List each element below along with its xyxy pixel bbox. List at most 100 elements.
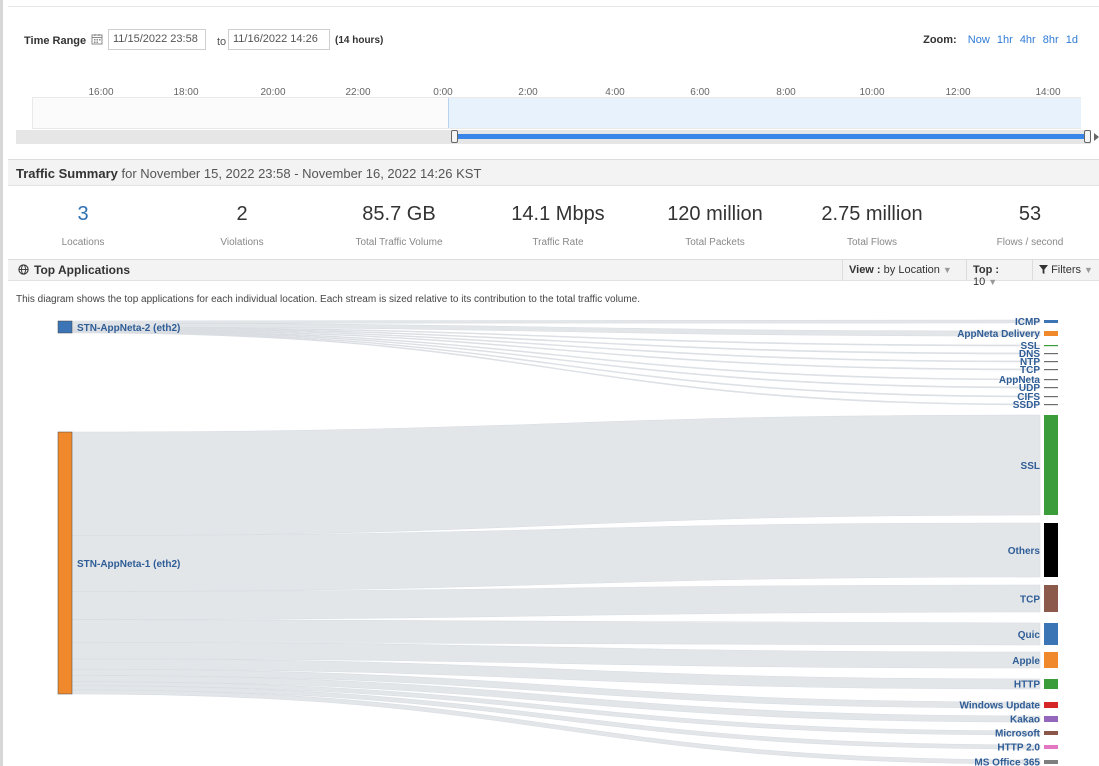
duration-label: (14 hours) xyxy=(335,35,384,46)
sankey-target-node[interactable] xyxy=(1044,345,1058,347)
scroll-right-arrow-icon[interactable] xyxy=(1094,133,1099,141)
time-range-panel: Time Range 11/15/2022 23:58 to 11/16/202… xyxy=(8,6,1099,152)
traffic-summary-title: Traffic Summary xyxy=(16,166,118,181)
sankey-target-node[interactable] xyxy=(1044,623,1058,645)
sankey-source-label[interactable]: STN-AppNeta-2 (eth2) xyxy=(77,323,180,334)
sankey-flows xyxy=(71,319,1041,765)
zoom-1d-link[interactable]: 1d xyxy=(1066,34,1078,46)
end-date-input[interactable]: 11/16/2022 14:26 xyxy=(228,29,330,50)
top-applications-title: Top Applications xyxy=(34,263,130,277)
sankey-target-label[interactable]: MS Office 365 xyxy=(974,758,1040,766)
sankey-target-node[interactable] xyxy=(1044,731,1058,735)
sankey-target-label[interactable]: HTTP 2.0 xyxy=(997,743,1040,754)
sankey-target-node[interactable] xyxy=(1044,415,1058,515)
sankey-flow[interactable] xyxy=(71,414,1041,536)
traffic-summary-subtitle: for November 15, 2022 23:58 - November 1… xyxy=(121,166,482,181)
chevron-down-icon: ▼ xyxy=(1084,265,1093,275)
sankey-flow[interactable] xyxy=(71,319,1041,324)
metric-value: 2 xyxy=(236,203,248,225)
sankey-target-label[interactable]: SSDP xyxy=(1013,400,1041,411)
top-applications-header: Top Applications View : by Location ▼ Top… xyxy=(8,259,1099,288)
sankey-target-label[interactable]: TCP xyxy=(1020,595,1040,606)
metric-value[interactable]: 3 xyxy=(8,203,158,229)
calendar-icon[interactable] xyxy=(91,33,103,45)
metric-value: 14.1 Mbps xyxy=(511,203,605,225)
sankey-target-node[interactable] xyxy=(1044,396,1058,398)
filters-label: Filters xyxy=(1051,264,1082,276)
sankey-target-label[interactable]: AppNeta Delivery xyxy=(957,329,1040,340)
time-range-label: Time Range xyxy=(24,35,87,47)
timeline-selected-range[interactable] xyxy=(456,134,1089,139)
view-dropdown[interactable]: View : by Location ▼ xyxy=(842,260,964,281)
metric-label: Violations xyxy=(220,237,264,248)
metric-total-packets: 120 million Total Packets xyxy=(640,203,790,248)
metric-label: Locations xyxy=(61,237,105,248)
timeline-start-handle[interactable] xyxy=(451,130,458,143)
chevron-down-icon: ▼ xyxy=(988,277,998,287)
zoom-controls: Zoom: Now 1hr 4hr 8hr 1d xyxy=(923,34,1078,46)
metric-value: 120 million xyxy=(667,203,763,225)
timeline-selection[interactable] xyxy=(448,98,1081,128)
sankey-target-node[interactable] xyxy=(1044,369,1058,371)
sankey-flow[interactable] xyxy=(71,330,1041,389)
sankey-target-node[interactable] xyxy=(1044,404,1058,406)
sankey-flow[interactable] xyxy=(71,329,1041,381)
metric-total-flows: 2.75 million Total Flows xyxy=(797,203,947,248)
zoom-8hr-link[interactable]: 8hr xyxy=(1043,34,1059,46)
sankey-target-node[interactable] xyxy=(1044,702,1058,708)
sankey-source-node[interactable] xyxy=(57,431,73,695)
sankey-target-label[interactable]: Microsoft xyxy=(995,729,1041,740)
metric-value: 85.7 GB xyxy=(362,203,436,225)
zoom-4hr-link[interactable]: 4hr xyxy=(1020,34,1036,46)
metric-label: Total Traffic Volume xyxy=(355,237,443,248)
to-label: to xyxy=(217,36,227,48)
metric-traffic-rate: 14.1 Mbps Traffic Rate xyxy=(483,203,633,248)
timeline-end-handle[interactable] xyxy=(1084,130,1091,143)
sankey-target-label[interactable]: ICMP xyxy=(1015,317,1040,328)
sankey-target-node[interactable] xyxy=(1044,523,1058,577)
sankey-source-node[interactable] xyxy=(57,320,73,334)
top-key: Top : xyxy=(973,264,1000,276)
top-applications-title-wrap: Top Applications xyxy=(18,263,130,277)
start-date-input[interactable]: 11/15/2022 23:58 xyxy=(108,29,206,50)
sankey-target-node[interactable] xyxy=(1044,331,1058,336)
sankey-target-label[interactable]: Quic xyxy=(1018,630,1041,641)
sankey-target-label[interactable]: HTTP xyxy=(1014,680,1040,691)
top-applications-sankey: STN-AppNeta-2 (eth2) STN-AppNeta-1 (eth2)… xyxy=(57,317,1058,766)
timeline-area[interactable] xyxy=(32,97,1081,129)
sankey-target-node[interactable] xyxy=(1044,652,1058,668)
sankey-target-label[interactable]: Apple xyxy=(1012,656,1040,667)
sankey-target-node[interactable] xyxy=(1044,379,1058,381)
sankey-target-label[interactable]: Kakao xyxy=(1010,715,1040,726)
metric-label: Total Flows xyxy=(846,237,897,248)
filters-dropdown[interactable]: Filters ▼ xyxy=(1032,260,1099,281)
app-root: Time Range 11/15/2022 23:58 to 11/16/202… xyxy=(0,0,1099,766)
chevron-down-icon: ▼ xyxy=(942,265,952,275)
sankey-target-node[interactable] xyxy=(1044,679,1058,689)
sankey-target-node[interactable] xyxy=(1044,716,1058,722)
metric-label: Traffic Rate xyxy=(532,237,584,248)
traffic-summary-header: Traffic Summary for November 15, 2022 23… xyxy=(8,159,1099,186)
sankey-target-node[interactable] xyxy=(1044,745,1058,749)
metric-flows-per-second: 53 Flows / second xyxy=(955,203,1099,248)
sankey-target-label[interactable]: Others xyxy=(1008,546,1041,557)
sankey-target-node[interactable] xyxy=(1044,585,1058,612)
sankey-target-node[interactable] xyxy=(1044,760,1058,764)
sankey-flow[interactable] xyxy=(71,619,1041,646)
zoom-1hr-link[interactable]: 1hr xyxy=(997,34,1013,46)
sankey-target-node[interactable] xyxy=(1044,353,1058,355)
sankey-target-node[interactable] xyxy=(1044,387,1058,389)
metric-locations[interactable]: 3 Locations xyxy=(8,203,158,248)
top-count-dropdown[interactable]: Top : 10 ▼ xyxy=(966,260,1030,288)
timeline-scrollbar[interactable] xyxy=(16,130,1091,144)
view-value: by Location xyxy=(883,264,940,276)
sankey-target-node[interactable] xyxy=(1044,320,1058,323)
metric-label: Total Packets xyxy=(685,237,745,248)
sankey-target-label[interactable]: SSL xyxy=(1021,461,1040,472)
sankey-target-node[interactable] xyxy=(1044,361,1058,363)
metric-value: 2.75 million xyxy=(821,203,923,225)
sankey-target-label[interactable]: Windows Update xyxy=(960,701,1041,712)
zoom-now-link[interactable]: Now xyxy=(968,34,990,46)
zoom-label: Zoom: xyxy=(923,34,957,46)
sankey-source-label[interactable]: STN-AppNeta-1 (eth2) xyxy=(77,559,180,570)
